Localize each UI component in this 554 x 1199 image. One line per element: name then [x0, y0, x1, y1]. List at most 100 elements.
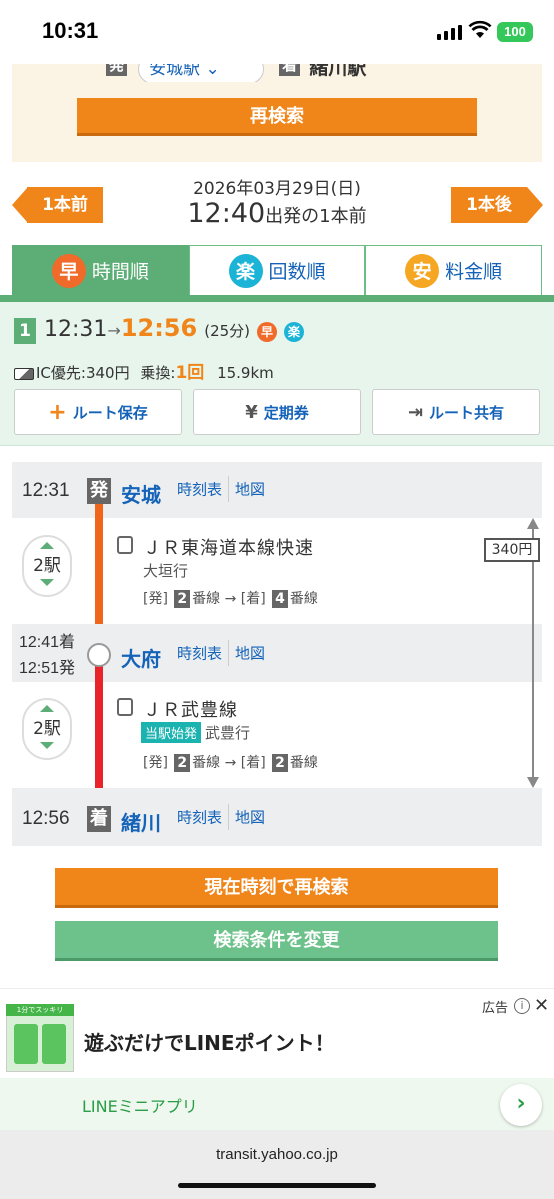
expand-up-icon — [40, 542, 54, 549]
platform-suffix: 番線 — [289, 755, 318, 771]
battery-icon: 100 — [497, 22, 533, 42]
commuter-pass-button[interactable]: ¥ 定期券 — [193, 389, 361, 435]
browser-address-bar[interactable] — [0, 1130, 554, 1199]
departure-mark: 発 — [87, 478, 111, 504]
transfer-count: 1回 — [175, 363, 205, 383]
easy-badge-icon: 楽 — [284, 322, 305, 342]
arrival-mark: 着 — [87, 806, 111, 832]
ic-card-icon — [14, 367, 34, 380]
share-route-button[interactable]: ⇥ ルート共有 — [372, 389, 540, 435]
stop-count-2[interactable]: 2駅 — [22, 698, 72, 760]
research-current-time-button[interactable]: 現在時刻で再検索 — [55, 868, 498, 908]
chevron-right-icon[interactable]: › — [500, 1084, 542, 1126]
platform-suffix: 番線 — [192, 591, 221, 607]
search-time: 12:40 — [187, 198, 266, 229]
home-indicator — [178, 1183, 376, 1188]
clock: 10:31 — [42, 18, 99, 43]
ad-headline[interactable]: 遊ぶだけでLINEポイント！ — [84, 1027, 335, 1056]
platform-dep-label: [発] — [143, 591, 168, 607]
departure-station-select[interactable]: 安城駅 ⌄ — [138, 64, 265, 82]
platform-info: [発] 2 番線 → [着] 2 番線 — [143, 754, 318, 772]
search-time-suffix: 出発の1本前 — [265, 206, 367, 227]
prev-arrow-icon[interactable] — [12, 187, 28, 223]
arrival-mark: 着 — [279, 64, 301, 76]
route-dep-time: 12:31 — [44, 317, 108, 342]
phone-image-icon — [42, 1024, 66, 1064]
timetable-link[interactable]: 時刻表 — [177, 481, 222, 499]
route-line-segment-1 — [95, 504, 103, 644]
route-number: 1 — [14, 318, 36, 344]
search-date: 2026年03月29日(日) — [193, 179, 361, 199]
departure-mark: 発 — [106, 64, 128, 76]
easy-icon: 楽 — [228, 253, 263, 288]
fare-range-line — [532, 528, 534, 778]
research-button[interactable]: 再検索 — [77, 98, 477, 136]
expand-down-icon — [40, 742, 54, 749]
transfer-station-links: 時刻表 地図 — [177, 640, 265, 666]
stop-count-1[interactable]: 2駅 — [22, 535, 72, 597]
segment-fare: 340円 — [484, 538, 540, 562]
platform-dep-label: [発] — [143, 755, 168, 771]
tab-label: 時間順 — [91, 261, 149, 283]
tab-label: 回数順 — [268, 261, 326, 283]
stop-count-label: 2駅 — [33, 719, 61, 739]
tab-transfer-order[interactable]: 楽 回数順 — [188, 245, 366, 295]
close-icon[interactable]: ✕ — [534, 995, 549, 1016]
route-times: 12:31→12:56 (25分) 早 楽 — [44, 314, 305, 342]
tab-time-order[interactable]: 早 時間順 — [12, 245, 189, 295]
route-arr-time: 12:56 — [120, 314, 198, 342]
browser-url[interactable]: transit.yahoo.co.jp — [0, 1146, 554, 1163]
platform-dep-num: 2 — [174, 590, 191, 608]
yen-ticket-icon: ¥ — [245, 401, 258, 423]
tab-fare-order[interactable]: 安 料金順 — [365, 245, 543, 295]
route-duration: (25分) — [204, 322, 251, 340]
dep-station-links: 時刻表 地図 — [177, 476, 265, 502]
save-route-label: ルート保存 — [72, 403, 148, 422]
arrival-station: 緒川駅 — [309, 64, 367, 79]
platform-arr-num: 4 — [272, 590, 288, 608]
share-icon: ⇥ — [407, 401, 424, 423]
phone-image-icon — [14, 1024, 38, 1064]
fast-badge-icon: 早 — [257, 322, 278, 342]
prev-train-button[interactable]: 1本前 — [27, 187, 103, 223]
ic-fare: IC優先:340円 — [36, 364, 130, 382]
platform-info: [発] 2 番線 → [着] 4 番線 — [143, 590, 318, 608]
transfer-dep-time: 12:51発 — [19, 660, 76, 677]
next-arrow-icon[interactable] — [527, 187, 543, 223]
link-divider — [228, 804, 230, 830]
platform-suffix: 番線 — [289, 591, 318, 607]
dep-station-name[interactable]: 安城 — [121, 479, 161, 508]
info-icon[interactable]: i — [514, 998, 530, 1014]
timetable-link[interactable]: 時刻表 — [177, 809, 222, 827]
save-route-button[interactable]: + ルート保存 — [14, 389, 182, 435]
segment-2 — [12, 682, 542, 788]
tab-label: 料金順 — [445, 261, 503, 283]
transfer-station-name[interactable]: 大府 — [121, 643, 161, 672]
train-destination: 大垣行 — [143, 562, 189, 580]
origin-station-tag: 当駅始発 — [141, 722, 202, 743]
map-link[interactable]: 地図 — [235, 645, 265, 663]
change-conditions-button[interactable]: 検索条件を変更 — [55, 921, 498, 961]
map-link[interactable]: 地図 — [235, 481, 265, 499]
platform-dep-num: 2 — [174, 754, 191, 772]
expand-down-icon — [40, 579, 54, 586]
sort-tabs: 早 時間順 楽 回数順 安 料金順 — [12, 245, 543, 295]
link-divider — [228, 640, 230, 666]
train-line-name: ＪＲ武豊線 — [143, 700, 238, 721]
train-line-name: ＪＲ東海道本線快速 — [143, 538, 314, 559]
map-link[interactable]: 地図 — [235, 809, 265, 827]
search-time-line: 12:40出発の1本前 — [110, 198, 444, 229]
arr-station-links: 時刻表 地図 — [177, 804, 265, 830]
fast-icon: 早 — [51, 253, 86, 288]
timetable-link[interactable]: 時刻表 — [177, 645, 222, 663]
link-divider — [228, 476, 230, 502]
platform-arr-label: [着] — [240, 755, 266, 771]
tab-underline — [0, 295, 554, 302]
commuter-pass-label: 定期券 — [263, 403, 309, 422]
wifi-icon — [468, 20, 492, 38]
chevron-down-icon: ⌄ — [205, 64, 220, 79]
next-train-button[interactable]: 1本後 — [451, 187, 527, 223]
arr-station-name[interactable]: 緒川 — [121, 807, 161, 836]
cheap-icon: 安 — [405, 253, 440, 288]
cellular-signal-icon — [437, 24, 463, 40]
